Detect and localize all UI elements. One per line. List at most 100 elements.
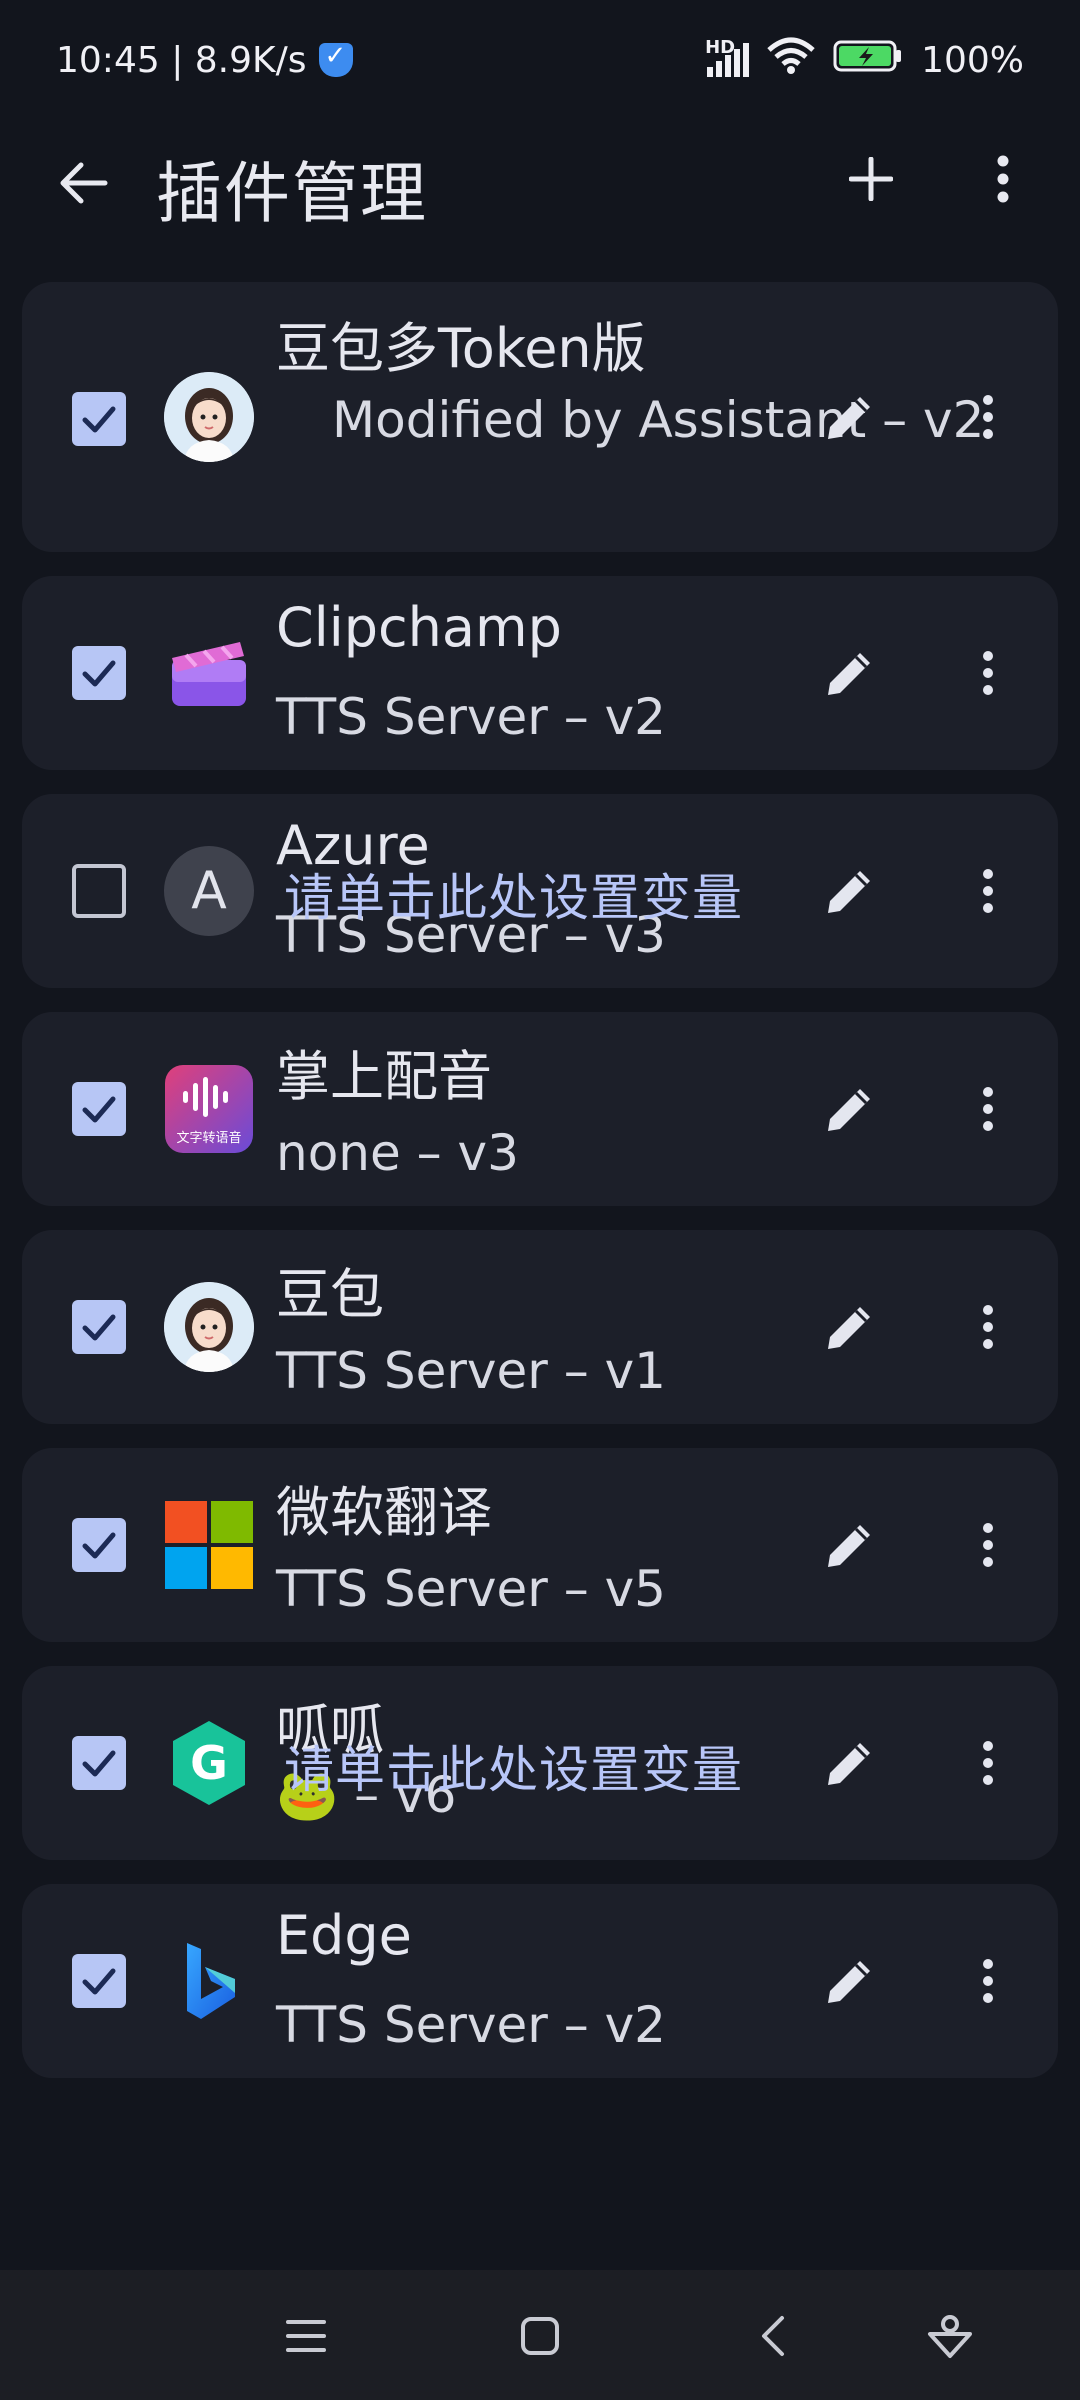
plugin-icon bbox=[164, 372, 254, 462]
plugin-icon bbox=[164, 1500, 254, 1590]
item-more-button[interactable] bbox=[958, 377, 1018, 457]
item-more-button[interactable] bbox=[958, 633, 1018, 713]
plugin-card[interactable]: 文字转语音 掌上配音 none – v3 bbox=[22, 1012, 1058, 1206]
page-title: 插件管理 bbox=[156, 155, 428, 232]
microsoft-icon bbox=[165, 1501, 253, 1589]
menu-icon bbox=[286, 2320, 326, 2352]
more-vert-icon bbox=[983, 1087, 993, 1131]
nav-home-button[interactable] bbox=[510, 2306, 570, 2366]
more-vert-icon bbox=[983, 869, 993, 913]
edit-button[interactable] bbox=[810, 633, 890, 713]
security-shield-icon bbox=[318, 41, 353, 77]
pencil-icon bbox=[828, 1743, 870, 1785]
pencil-icon bbox=[828, 1525, 870, 1567]
more-vert-icon bbox=[983, 1523, 993, 1567]
plugin-name: 豆包 bbox=[276, 1263, 384, 1326]
battery-percent: 100% bbox=[921, 39, 1024, 81]
status-bar: 10:45 | 8.9K/s HD 100% bbox=[0, 0, 1080, 120]
plugin-icon bbox=[164, 1282, 254, 1372]
svg-text:G: G bbox=[190, 1736, 228, 1790]
more-vert-icon bbox=[983, 651, 993, 695]
check-icon bbox=[82, 1314, 116, 1341]
plugin-card[interactable]: Edge TTS Server – v2 bbox=[22, 1884, 1058, 2078]
item-more-button[interactable] bbox=[958, 1941, 1018, 2021]
pencil-icon bbox=[828, 1961, 870, 2003]
plugin-list: 豆包多Token版 Modified by Assistant – v2 Cli… bbox=[22, 282, 1058, 2102]
item-more-button[interactable] bbox=[958, 1723, 1018, 1803]
plugin-enable-checkbox[interactable] bbox=[72, 1082, 126, 1136]
plugin-subtitle: none – v3 bbox=[276, 1124, 519, 1182]
back-arrow-icon bbox=[60, 162, 108, 204]
nav-menu-button[interactable] bbox=[276, 2306, 336, 2366]
edit-button[interactable] bbox=[810, 377, 890, 457]
plugin-subtitle: TTS Server – v2 bbox=[276, 688, 666, 746]
edit-button[interactable] bbox=[810, 1505, 890, 1585]
set-variable-overlay[interactable]: 请单击此处设置变量 bbox=[284, 1730, 743, 1802]
status-right: HD 100% bbox=[705, 36, 1024, 85]
pencil-icon bbox=[828, 871, 870, 913]
plugin-enable-checkbox[interactable] bbox=[72, 1954, 126, 2008]
check-icon bbox=[82, 1968, 116, 1995]
item-more-button[interactable] bbox=[958, 1069, 1018, 1149]
plugin-card[interactable]: Clipchamp TTS Server – v2 bbox=[22, 576, 1058, 770]
clipchamp-icon bbox=[172, 642, 246, 706]
plugin-enable-checkbox[interactable] bbox=[72, 646, 126, 700]
edit-button[interactable] bbox=[810, 1069, 890, 1149]
battery-icon bbox=[833, 38, 903, 83]
wifi-icon bbox=[767, 36, 815, 85]
plus-icon bbox=[849, 157, 893, 201]
status-time-speed: 10:45 | 8.9K/s bbox=[56, 39, 307, 81]
pencil-icon bbox=[828, 653, 870, 695]
plugin-card[interactable]: G 呱呱 🐸 – v6 请单击此处设置变量 bbox=[22, 1666, 1058, 1860]
plugin-enable-checkbox[interactable] bbox=[72, 392, 126, 446]
edit-button[interactable] bbox=[810, 1941, 890, 2021]
back-button[interactable] bbox=[48, 148, 118, 218]
plugin-subtitle: TTS Server – v2 bbox=[276, 1996, 666, 2054]
app-bar: 插件管理 bbox=[0, 130, 1080, 240]
plugin-subtitle: TTS Server – v1 bbox=[276, 1342, 666, 1400]
assistant-icon bbox=[928, 2315, 972, 2358]
plugin-enable-checkbox[interactable] bbox=[72, 1736, 126, 1790]
nav-back-button[interactable] bbox=[744, 2306, 804, 2366]
overflow-menu-button[interactable] bbox=[968, 144, 1038, 214]
plugin-card[interactable]: 豆包多Token版 Modified by Assistant – v2 bbox=[22, 282, 1058, 552]
check-icon bbox=[82, 660, 116, 687]
plugin-card[interactable]: 微软翻译 TTS Server – v5 bbox=[22, 1448, 1058, 1642]
plugin-icon bbox=[164, 628, 254, 718]
plugin-subtitle: Modified by Assistant – v2 bbox=[332, 391, 985, 449]
plugin-enable-checkbox[interactable] bbox=[72, 864, 126, 918]
plugin-name: 微软翻译 bbox=[276, 1481, 492, 1544]
plugin-enable-checkbox[interactable] bbox=[72, 1518, 126, 1572]
item-more-button[interactable] bbox=[958, 1287, 1018, 1367]
add-plugin-button[interactable] bbox=[836, 144, 906, 214]
edit-button[interactable] bbox=[810, 1287, 890, 1367]
more-vert-icon bbox=[983, 1305, 993, 1349]
plugin-card[interactable]: A Azure TTS Server – v3 请单击此处设置变量 bbox=[22, 794, 1058, 988]
plugin-card[interactable]: 豆包 TTS Server – v1 bbox=[22, 1230, 1058, 1424]
chevron-left-icon bbox=[762, 2316, 784, 2356]
item-more-button[interactable] bbox=[958, 851, 1018, 931]
more-vert-icon bbox=[983, 395, 993, 439]
bing-icon bbox=[187, 1943, 235, 2019]
plugin-name: Edge bbox=[276, 1904, 412, 1967]
check-icon bbox=[82, 406, 116, 433]
voice-app-icon-label: 文字转语音 bbox=[176, 1131, 242, 1146]
plugin-enable-checkbox[interactable] bbox=[72, 1300, 126, 1354]
plugin-icon: G bbox=[164, 1718, 254, 1808]
letter-avatar: A bbox=[164, 846, 254, 936]
plugin-icon bbox=[164, 1936, 254, 2026]
pencil-icon bbox=[828, 1307, 870, 1349]
system-nav-bar bbox=[0, 2270, 1080, 2400]
girl-avatar-icon bbox=[164, 1282, 254, 1372]
edit-button[interactable] bbox=[810, 851, 890, 931]
pencil-icon bbox=[828, 397, 870, 439]
girl-avatar-icon bbox=[164, 372, 254, 462]
edit-button[interactable] bbox=[810, 1723, 890, 1803]
signal-icon: HD bbox=[705, 37, 750, 77]
more-vert-icon bbox=[983, 1741, 993, 1785]
nav-assistant-button[interactable] bbox=[920, 2306, 980, 2366]
set-variable-overlay[interactable]: 请单击此处设置变量 bbox=[284, 858, 743, 930]
plugin-name: Clipchamp bbox=[276, 596, 562, 659]
item-more-button[interactable] bbox=[958, 1505, 1018, 1585]
check-icon bbox=[82, 1096, 116, 1123]
